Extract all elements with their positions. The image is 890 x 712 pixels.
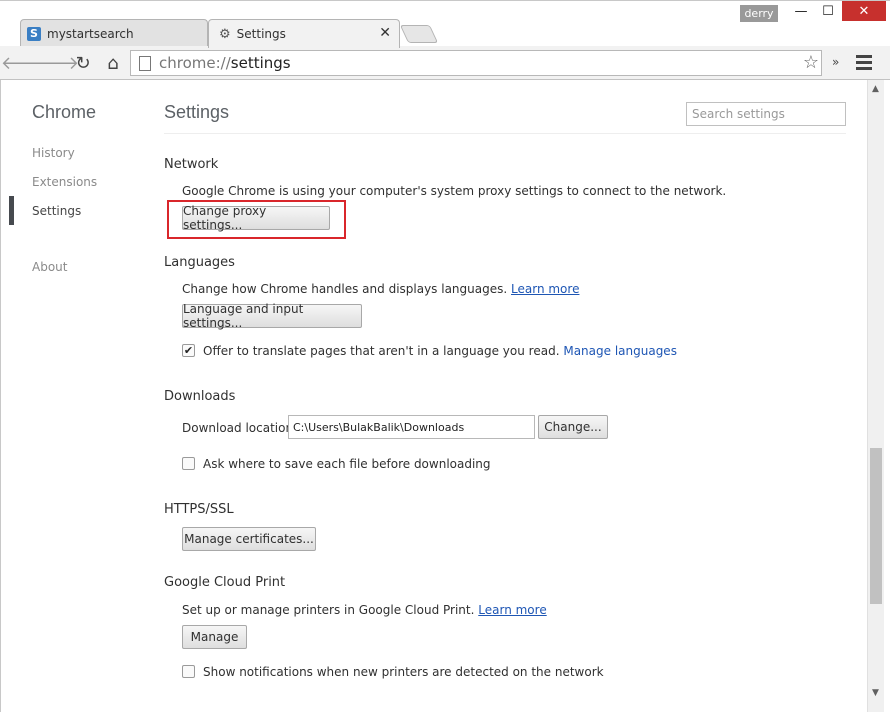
translate-label: Offer to translate pages that aren't in … (203, 344, 677, 358)
scroll-down-arrow-icon[interactable]: ▼ (872, 688, 879, 698)
home-icon[interactable]: ⌂ (100, 50, 126, 76)
tab-mystartsearch[interactable]: S mystartsearch (20, 19, 208, 47)
tab-label: mystartsearch (47, 26, 134, 41)
extensions-chevron-icon[interactable]: » (832, 55, 839, 69)
reload-icon[interactable]: ↻ (70, 50, 96, 76)
sidebar: Chrome History Extensions Settings About (1, 80, 151, 712)
sidebar-item-settings[interactable]: Settings (32, 204, 81, 218)
languages-description: Change how Chrome handles and displays l… (182, 282, 580, 296)
section-network-title: Network (164, 157, 219, 172)
language-input-settings-button[interactable]: Language and input settings... (182, 302, 362, 330)
vertical-scrollbar[interactable]: ▲ ▼ (867, 80, 884, 712)
close-tab-icon[interactable]: ✕ (379, 25, 391, 41)
section-https-title: HTTPS/SSL (164, 502, 234, 517)
change-download-location-button[interactable]: Change... (538, 415, 608, 439)
address-bar[interactable]: chrome://settings ☆ (130, 50, 822, 76)
bookmark-star-icon[interactable]: ☆ (803, 52, 819, 73)
manage-languages-link[interactable]: Manage languages (563, 344, 677, 358)
mystartsearch-favicon-icon: S (27, 26, 41, 41)
settings-page: Chrome History Extensions Settings About… (0, 80, 890, 712)
printer-notifications-checkbox[interactable] (182, 665, 195, 678)
manage-printers-button[interactable]: Manage (182, 625, 247, 649)
sidebar-item-about[interactable]: About (32, 260, 67, 274)
ask-where-to-save-label: Ask where to save each file before downl… (203, 457, 491, 471)
profile-badge[interactable]: derry (740, 5, 778, 22)
network-description: Google Chrome is using your computer's s… (182, 184, 727, 198)
ask-where-to-save-checkbox[interactable] (182, 457, 195, 470)
download-location-label: Download location: (182, 421, 298, 435)
sidebar-title: Chrome (32, 102, 97, 122)
selected-marker (9, 196, 14, 225)
sidebar-item-extensions[interactable]: Extensions (32, 175, 97, 189)
sidebar-item-history[interactable]: History (32, 146, 75, 160)
translate-checkbox[interactable]: ✔ (182, 344, 195, 357)
search-settings-input[interactable] (686, 102, 846, 126)
scroll-up-arrow-icon[interactable]: ▲ (872, 84, 879, 94)
manage-certificates-button[interactable]: Manage certificates... (182, 527, 316, 551)
cloud-print-description: Set up or manage printers in Google Clou… (182, 603, 547, 617)
printer-notifications-label: Show notifications when new printers are… (203, 665, 604, 679)
url-text[interactable]: chrome://settings (159, 54, 291, 72)
download-location-field[interactable]: C:\Users\BulakBalik\Downloads (288, 415, 535, 439)
page-title: Settings (164, 102, 230, 122)
gear-icon: ⚙ (219, 26, 231, 42)
cloud-print-learn-more-link[interactable]: Learn more (478, 603, 546, 617)
page-icon (139, 55, 151, 71)
title-bar: S mystartsearch ⚙ Settings ✕ derry — ☐ ✕ (0, 0, 890, 48)
settings-content: Settings Network Google Chrome is using … (151, 80, 871, 712)
section-cloud-print-title: Google Cloud Print (164, 575, 286, 590)
new-tab-button[interactable] (399, 25, 439, 43)
languages-learn-more-link[interactable]: Learn more (511, 282, 579, 296)
maximize-button[interactable]: ☐ (814, 1, 842, 21)
scroll-thumb[interactable] (870, 448, 882, 604)
close-window-button[interactable]: ✕ (842, 1, 886, 21)
browser-toolbar: 🡐 🡒 ↻ ⌂ chrome://settings ☆ » (0, 46, 890, 80)
section-languages-title: Languages (164, 255, 235, 270)
menu-hamburger-icon[interactable] (856, 55, 872, 73)
minimize-button[interactable]: — (788, 1, 814, 21)
section-downloads-title: Downloads (164, 389, 236, 404)
highlight-annotation (167, 200, 346, 239)
forward-arrow-icon[interactable]: 🡒 (31, 50, 79, 76)
tab-settings[interactable]: ⚙ Settings ✕ (208, 19, 400, 48)
header-divider (164, 133, 846, 134)
tab-label: Settings (236, 27, 286, 41)
